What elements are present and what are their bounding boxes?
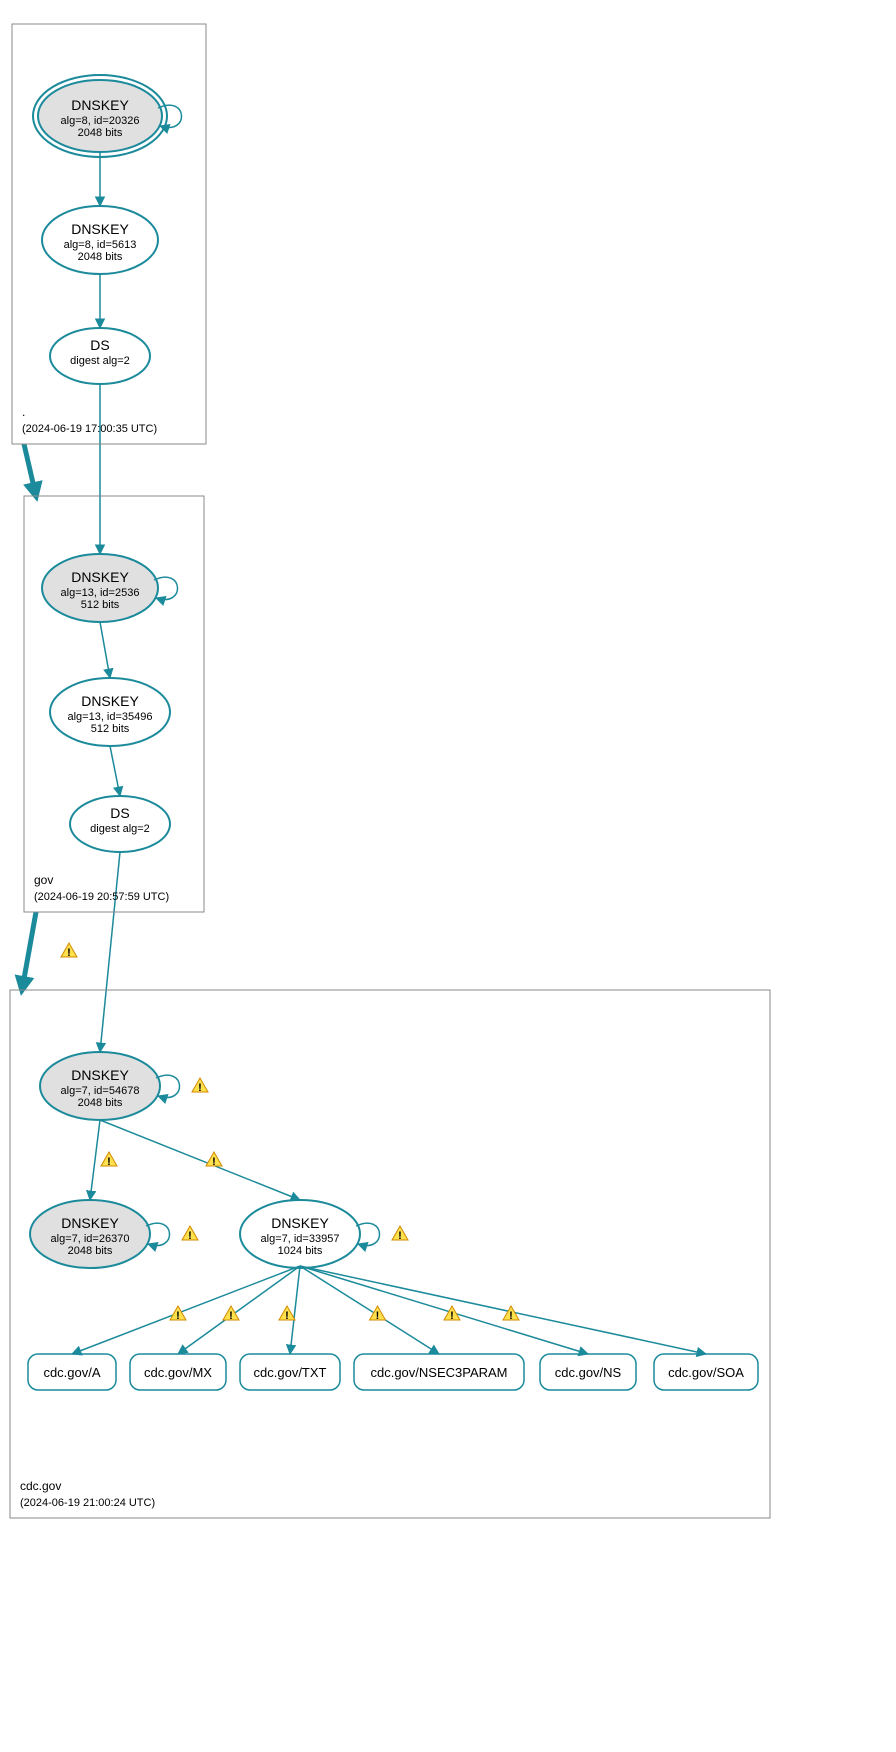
warning-icon: ! bbox=[170, 1306, 186, 1322]
warning-icon: ! bbox=[101, 1152, 117, 1168]
svg-text:2048 bits: 2048 bits bbox=[78, 127, 123, 139]
warning-icon: ! bbox=[370, 1306, 386, 1322]
svg-text:!: ! bbox=[376, 1310, 380, 1322]
svg-text:!: ! bbox=[107, 1156, 111, 1168]
warning-icon: ! bbox=[61, 943, 77, 959]
svg-text:alg=8, id=5613: alg=8, id=5613 bbox=[64, 239, 137, 251]
zone-label-gov: gov bbox=[34, 873, 53, 887]
zone-timestamp-root: (2024-06-19 17:00:35 UTC) bbox=[22, 423, 157, 435]
edge-n_cdc_zsk-rr_mx bbox=[178, 1266, 300, 1354]
edge-n_gov_ksk-n_gov_zsk bbox=[100, 622, 110, 678]
delegation-thick-1-2 bbox=[22, 912, 36, 990]
svg-text:DNSKEY: DNSKEY bbox=[271, 1215, 329, 1231]
svg-text:512 bits: 512 bits bbox=[91, 723, 130, 735]
warning-icon: ! bbox=[392, 1226, 408, 1242]
svg-text:2048 bits: 2048 bits bbox=[68, 1245, 113, 1257]
edge-n_cdc_zsk-rr_ns bbox=[300, 1266, 588, 1354]
svg-text:cdc.gov/MX: cdc.gov/MX bbox=[144, 1365, 212, 1380]
warning-icon: ! bbox=[192, 1078, 208, 1094]
svg-text:!: ! bbox=[188, 1230, 192, 1242]
svg-text:DNSKEY: DNSKEY bbox=[71, 97, 129, 113]
svg-text:DS: DS bbox=[110, 805, 129, 821]
edge-n_cdc_zsk-rr_a bbox=[72, 1266, 300, 1354]
svg-text:cdc.gov/NSEC3PARAM: cdc.gov/NSEC3PARAM bbox=[370, 1365, 507, 1380]
warning-icon: ! bbox=[182, 1226, 198, 1242]
svg-text:!: ! bbox=[212, 1156, 216, 1168]
dnssec-diagram: !. (2024-06-19 17:00:35 UTC) DNSKEY alg=8, … bbox=[0, 0, 896, 1752]
warning-icon: ! bbox=[503, 1306, 519, 1322]
svg-text:cdc.gov/SOA: cdc.gov/SOA bbox=[668, 1365, 744, 1380]
edge-n_gov_zsk-n_gov_ds bbox=[110, 746, 120, 796]
svg-text:alg=13, id=2536: alg=13, id=2536 bbox=[61, 587, 140, 599]
svg-text:!: ! bbox=[229, 1310, 233, 1322]
zone-timestamp-gov: (2024-06-19 20:57:59 UTC) bbox=[34, 891, 169, 903]
svg-text:digest alg=2: digest alg=2 bbox=[90, 823, 150, 835]
edge-n_cdc_ksk-n_cdc_k2 bbox=[90, 1120, 100, 1200]
svg-text:!: ! bbox=[509, 1310, 513, 1322]
svg-text:!: ! bbox=[450, 1310, 454, 1322]
delegation-thick-0-1 bbox=[24, 444, 36, 496]
zone-label-cdc: cdc.gov bbox=[20, 1479, 61, 1493]
svg-text:!: ! bbox=[176, 1310, 180, 1322]
zone-label-root: . bbox=[22, 405, 25, 419]
svg-text:cdc.gov/A: cdc.gov/A bbox=[43, 1365, 100, 1380]
svg-text:alg=7, id=33957: alg=7, id=33957 bbox=[261, 1233, 340, 1245]
edge-n_cdc_ksk-n_cdc_zsk bbox=[100, 1120, 300, 1200]
svg-text:DNSKEY: DNSKEY bbox=[71, 221, 129, 237]
warning-icon: ! bbox=[223, 1306, 239, 1322]
edge-n_cdc_zsk-rr_n3p bbox=[300, 1266, 439, 1354]
svg-text:2048 bits: 2048 bits bbox=[78, 1097, 123, 1109]
svg-text:DNSKEY: DNSKEY bbox=[61, 1215, 119, 1231]
edge-n_cdc_zsk-rr_soa bbox=[300, 1266, 706, 1354]
svg-text:!: ! bbox=[398, 1230, 402, 1242]
svg-text:cdc.gov/NS: cdc.gov/NS bbox=[555, 1365, 622, 1380]
svg-text:!: ! bbox=[67, 947, 71, 959]
svg-text:512 bits: 512 bits bbox=[81, 599, 120, 611]
svg-text:2048 bits: 2048 bits bbox=[78, 251, 123, 263]
warning-icon: ! bbox=[279, 1306, 295, 1322]
svg-text:alg=13, id=35496: alg=13, id=35496 bbox=[67, 711, 152, 723]
svg-text:alg=7, id=26370: alg=7, id=26370 bbox=[51, 1233, 130, 1245]
svg-text:1024 bits: 1024 bits bbox=[278, 1245, 323, 1257]
warning-icon: ! bbox=[206, 1152, 222, 1168]
svg-text:DNSKEY: DNSKEY bbox=[71, 1067, 129, 1083]
svg-text:alg=7, id=54678: alg=7, id=54678 bbox=[61, 1085, 140, 1097]
svg-text:!: ! bbox=[198, 1082, 202, 1094]
svg-text:DS: DS bbox=[90, 337, 109, 353]
svg-text:digest alg=2: digest alg=2 bbox=[70, 355, 130, 367]
zone-timestamp-cdc: (2024-06-19 21:00:24 UTC) bbox=[20, 1497, 155, 1509]
svg-text:DNSKEY: DNSKEY bbox=[71, 569, 129, 585]
svg-text:!: ! bbox=[285, 1310, 289, 1322]
delegation-ds-n_gov_ds-n_cdc_ksk bbox=[100, 852, 120, 1052]
svg-text:DNSKEY: DNSKEY bbox=[81, 693, 139, 709]
edge-n_cdc_zsk-rr_txt bbox=[290, 1266, 300, 1354]
svg-text:alg=8, id=20326: alg=8, id=20326 bbox=[61, 115, 140, 127]
svg-text:cdc.gov/TXT: cdc.gov/TXT bbox=[254, 1365, 327, 1380]
